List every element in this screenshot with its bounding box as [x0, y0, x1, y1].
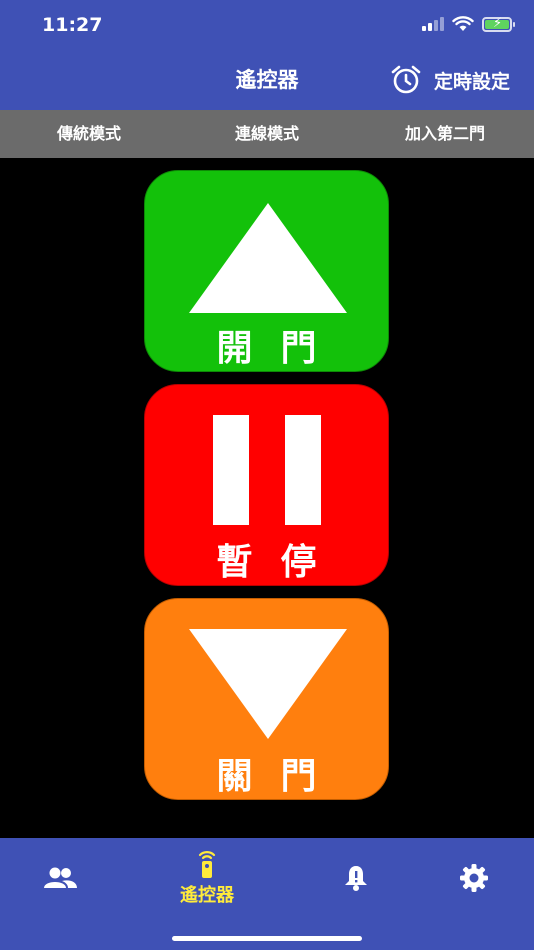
status-time: 11:27 [42, 14, 103, 36]
app-header: 11:27 ⚡ 遙控器 定時設定 [0, 0, 534, 110]
arrow-up-icon [189, 203, 347, 313]
nav-item-members[interactable] [10, 838, 110, 918]
status-icons: ⚡ [422, 16, 515, 32]
close-door-button[interactable]: 關門 [144, 598, 389, 800]
timer-settings-button[interactable]: 定時設定 [390, 64, 510, 96]
tab-traditional-mode[interactable]: 傳統模式 [0, 110, 178, 158]
nav-item-settings[interactable] [424, 838, 524, 918]
wifi-icon [452, 16, 474, 31]
pause-icon [285, 415, 321, 525]
bottom-nav: 遙控器 [0, 838, 534, 950]
open-door-button[interactable]: 開門 [144, 170, 389, 372]
pause-label: 暫停 [216, 542, 345, 583]
battery-icon: ⚡ [482, 16, 515, 32]
signal-icon [422, 17, 444, 31]
gear-icon [460, 864, 488, 892]
arrow-down-icon [189, 629, 347, 739]
close-door-label: 關門 [216, 756, 345, 797]
pause-icon [213, 415, 249, 525]
pause-button[interactable]: 暫停 [144, 384, 389, 586]
alarm-clock-icon [391, 65, 421, 94]
open-door-label: 開門 [216, 328, 345, 369]
timer-settings-label: 定時設定 [433, 70, 510, 93]
nav-item-notifications[interactable] [306, 838, 406, 918]
tab-add-second-door[interactable]: 加入第二門 [356, 110, 534, 158]
mode-tabs: 傳統模式 連線模式 加入第二門 [0, 110, 534, 158]
tab-connection-mode[interactable]: 連線模式 [178, 110, 356, 158]
remote-icon [198, 851, 216, 878]
nav-item-remote[interactable]: 遙控器 [157, 838, 257, 918]
bell-icon [345, 866, 367, 891]
home-indicator[interactable] [172, 936, 362, 941]
people-icon [44, 867, 77, 888]
nav-item-remote-label: 遙控器 [180, 885, 234, 906]
